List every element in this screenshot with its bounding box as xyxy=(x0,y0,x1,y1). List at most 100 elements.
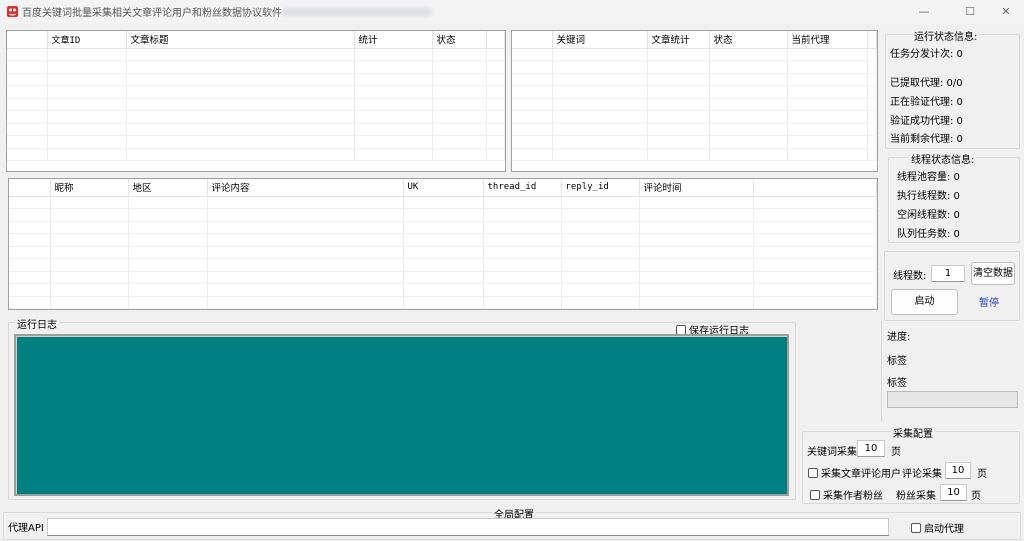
table-row[interactable] xyxy=(9,196,877,209)
keyword-table[interactable]: 关键词 文章统计 状态 当前代理 xyxy=(512,31,877,161)
table-cell xyxy=(128,271,208,284)
keyword-pages-input[interactable]: 10 xyxy=(857,440,885,457)
table-cell xyxy=(639,271,754,284)
table-cell xyxy=(709,98,788,111)
table-cell xyxy=(709,73,788,86)
collect-comment-users-checkbox[interactable]: 采集文章评论用户 xyxy=(808,465,901,480)
row-indicator-header xyxy=(7,31,48,49)
comment-table[interactable]: 昵称 地区 评论内容 UK thread_id reply_id 评论时间 xyxy=(9,179,877,309)
column-header[interactable]: 地区 xyxy=(128,179,208,197)
table-cell xyxy=(128,246,208,259)
article-table-panel[interactable]: 文章ID 文章标题 统计 状态 xyxy=(6,30,506,172)
table-row[interactable] xyxy=(7,148,505,161)
table-row[interactable] xyxy=(512,85,877,99)
column-header[interactable]: reply_id xyxy=(561,179,640,197)
table-cell xyxy=(561,271,640,284)
fans-pages-input[interactable]: 10 xyxy=(940,484,967,501)
table-row[interactable] xyxy=(7,60,505,74)
table-cell xyxy=(126,60,355,74)
table-cell xyxy=(787,48,868,61)
article-table[interactable]: 文章ID 文章标题 统计 状态 xyxy=(7,31,505,161)
column-header[interactable]: 文章ID xyxy=(47,31,127,49)
table-row[interactable] xyxy=(7,123,505,136)
column-header[interactable]: 关键词 xyxy=(552,31,648,49)
minimize-button[interactable]: — xyxy=(904,0,944,24)
table-row[interactable] xyxy=(9,221,877,234)
table-row[interactable] xyxy=(512,110,877,124)
table-cell xyxy=(561,296,640,309)
comment-pages-input[interactable]: 10 xyxy=(945,462,971,479)
thread-count-input[interactable]: 1 xyxy=(931,265,965,282)
column-header[interactable]: UK xyxy=(403,179,484,197)
table-cell xyxy=(639,246,754,259)
column-header[interactable]: 状态 xyxy=(709,31,788,49)
run-log-output[interactable] xyxy=(14,334,789,496)
table-row[interactable] xyxy=(512,48,877,61)
keyword-table-panel[interactable]: 关键词 文章统计 状态 当前代理 xyxy=(511,30,878,172)
table-cell xyxy=(787,123,868,136)
table-cell xyxy=(47,148,127,161)
table-row[interactable] xyxy=(512,123,877,136)
clear-data-button[interactable]: 清空数据 xyxy=(971,262,1015,285)
table-cell xyxy=(403,271,484,284)
table-cell xyxy=(867,98,877,111)
comment-table-panel[interactable]: 昵称 地区 评论内容 UK thread_id reply_id 评论时间 xyxy=(8,178,878,310)
table-cell xyxy=(512,98,553,111)
column-header[interactable]: 昵称 xyxy=(50,179,129,197)
column-header[interactable]: 评论时间 xyxy=(639,179,754,197)
table-row[interactable] xyxy=(7,85,505,99)
column-header[interactable]: thread_id xyxy=(483,179,562,197)
table-row[interactable] xyxy=(9,296,877,309)
table-row[interactable] xyxy=(7,73,505,86)
table-cell xyxy=(647,98,710,111)
table-cell xyxy=(47,60,127,74)
verifying-proxy-count: 正在验证代理: 0 xyxy=(890,97,963,108)
table-cell xyxy=(552,48,648,61)
table-row[interactable] xyxy=(9,246,877,259)
table-row[interactable] xyxy=(9,283,877,297)
table-cell xyxy=(753,221,877,234)
column-header[interactable]: 状态 xyxy=(432,31,487,49)
table-row[interactable] xyxy=(9,208,877,222)
table-row[interactable] xyxy=(7,48,505,61)
collect-author-fans-checkbox[interactable]: 采集作者粉丝 xyxy=(810,487,883,502)
column-header[interactable]: 当前代理 xyxy=(787,31,868,49)
comment-pages-unit: 页 xyxy=(977,469,987,480)
table-cell xyxy=(709,60,788,74)
proxy-api-label: 代理API xyxy=(8,523,44,534)
close-button[interactable]: ✕ xyxy=(986,0,1024,24)
table-cell xyxy=(128,258,208,272)
table-row[interactable] xyxy=(7,98,505,111)
table-row[interactable] xyxy=(7,110,505,124)
proxy-api-input[interactable] xyxy=(47,518,889,536)
table-cell xyxy=(709,110,788,124)
table-row[interactable] xyxy=(7,135,505,149)
column-header[interactable]: 评论内容 xyxy=(207,179,404,197)
table-cell xyxy=(639,233,754,247)
table-cell xyxy=(7,135,48,149)
table-cell xyxy=(9,208,51,222)
table-cell xyxy=(207,271,404,284)
table-cell xyxy=(9,271,51,284)
table-row[interactable] xyxy=(9,233,877,247)
table-row[interactable] xyxy=(512,135,877,149)
table-row[interactable] xyxy=(512,148,877,161)
table-row[interactable] xyxy=(9,271,877,284)
collect-comment-users-box[interactable] xyxy=(808,468,818,478)
table-cell xyxy=(709,123,788,136)
enable-proxy-checkbox[interactable]: 启动代理 xyxy=(911,520,964,535)
maximize-button[interactable]: ☐ xyxy=(950,0,990,24)
column-header[interactable]: 文章标题 xyxy=(126,31,355,49)
table-row[interactable] xyxy=(512,73,877,86)
table-cell xyxy=(709,48,788,61)
table-row[interactable] xyxy=(512,98,877,111)
start-button[interactable]: 启动 xyxy=(891,289,958,315)
table-row[interactable] xyxy=(9,258,877,272)
enable-proxy-box[interactable] xyxy=(911,523,921,533)
table-row[interactable] xyxy=(512,60,877,74)
column-header[interactable]: 文章统计 xyxy=(647,31,710,49)
table-cell xyxy=(483,208,562,222)
column-header[interactable]: 统计 xyxy=(354,31,433,49)
collect-author-fans-box[interactable] xyxy=(810,490,820,500)
pause-button[interactable]: 暂停 xyxy=(979,294,999,309)
